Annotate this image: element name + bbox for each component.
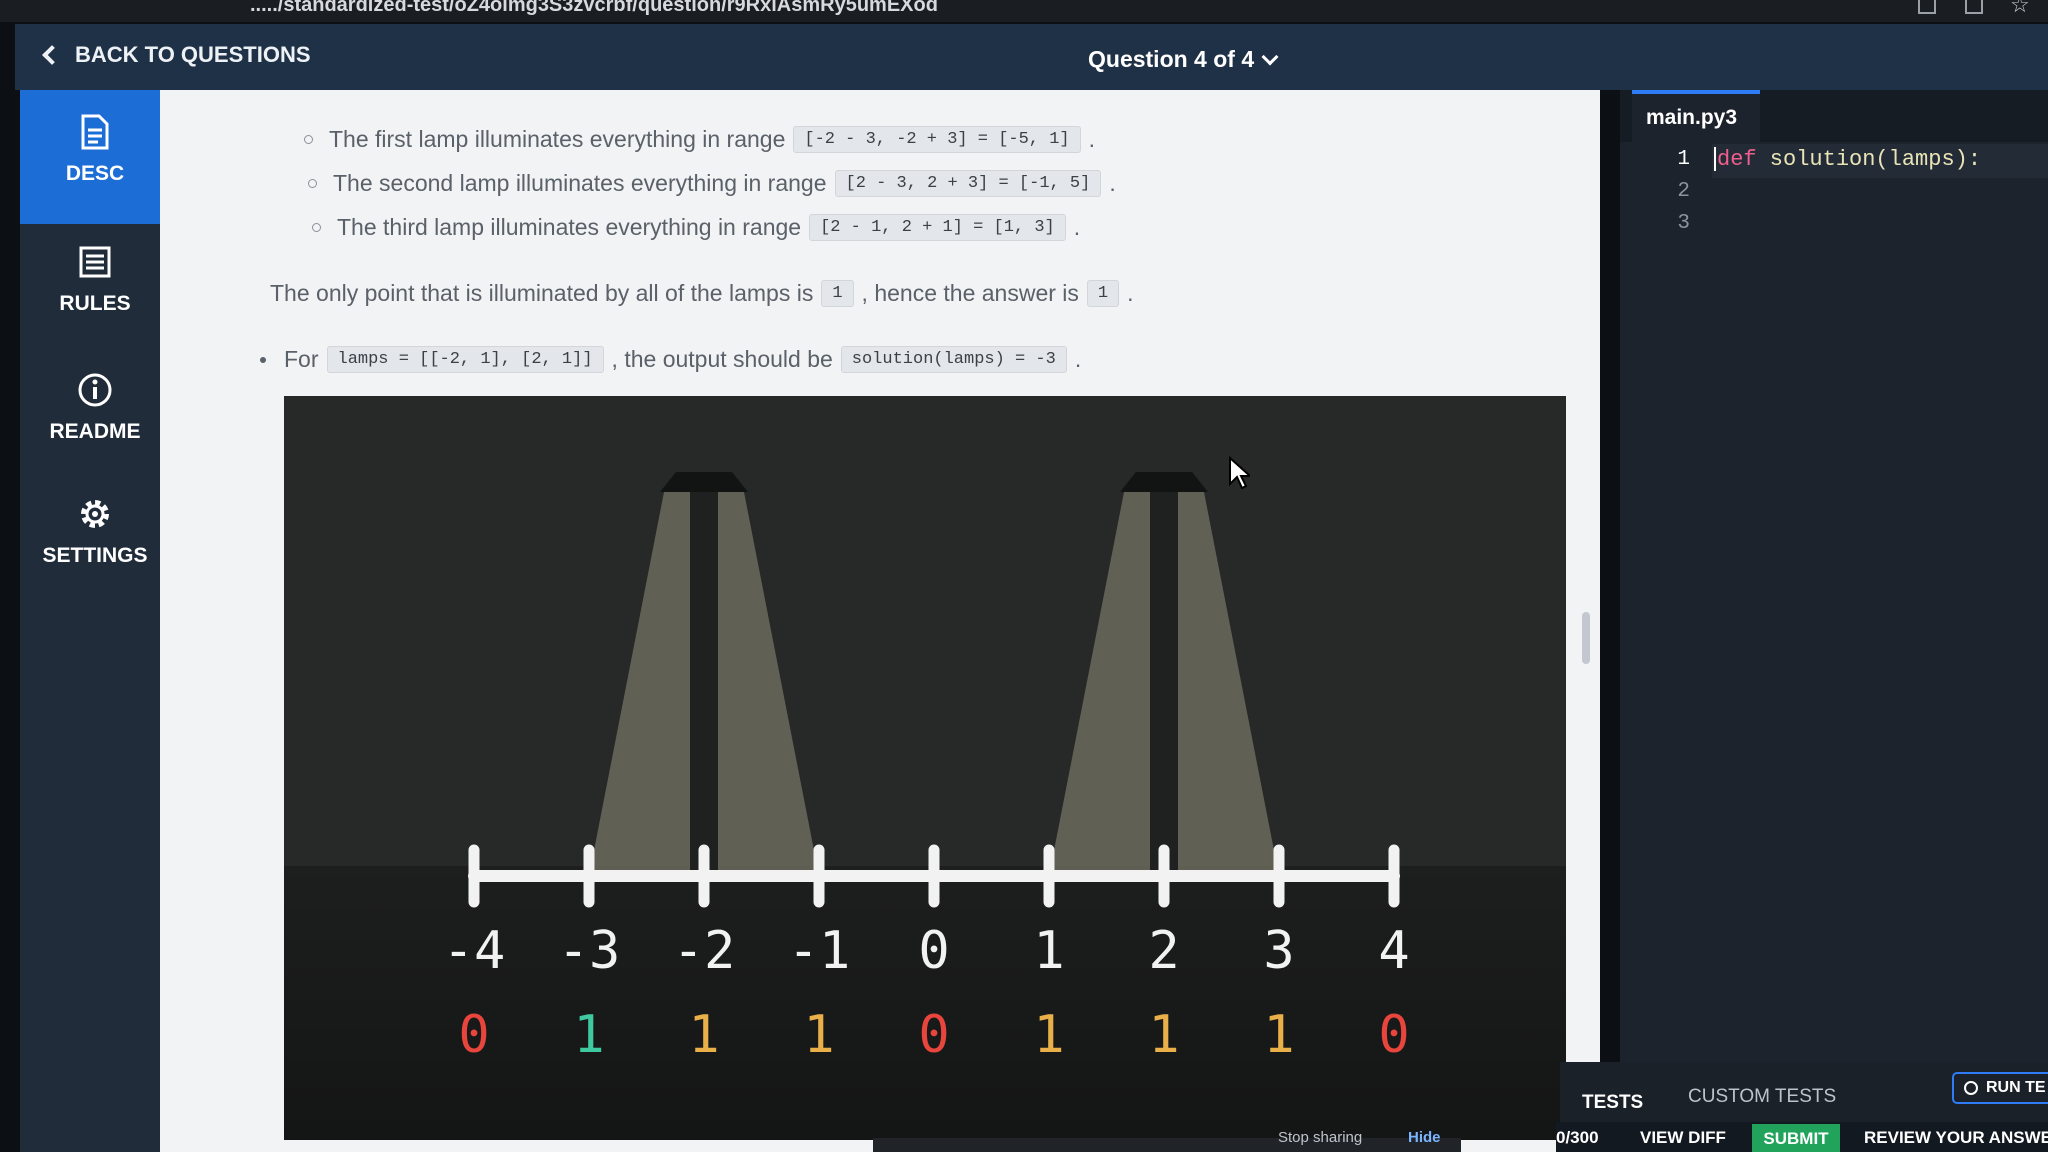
lamp-post <box>1150 492 1178 876</box>
browser-toolbar: ...../standardized-test/oZ4oimg3S3zvcrbf… <box>0 0 2048 22</box>
sidebar-item-rules[interactable]: RULES <box>20 244 170 344</box>
lamp-range-code: [-2 - 3, -2 + 3] = [-5, 1] <box>793 126 1081 153</box>
point-label: 0 <box>918 921 949 981</box>
tab-label: main.py3 <box>1646 106 1738 129</box>
run-tests-button[interactable]: RUN TE <box>1952 1072 2048 1104</box>
point-label: -3 <box>558 921 621 981</box>
browser-extension-icon[interactable] <box>1918 0 1936 14</box>
illumination-count: 1 <box>688 1005 719 1065</box>
line-number: 2 <box>1677 180 1690 203</box>
lamp-head <box>660 472 748 492</box>
example-item: For lamps = [[-2, 1], [2, 1]] , the outp… <box>260 346 1081 373</box>
conclusion-text: The only point that is illuminated by al… <box>270 280 1134 307</box>
stop-sharing-button[interactable]: Stop sharing <box>1278 1129 1362 1146</box>
view-diff-button[interactable]: VIEW DIFF <box>1640 1128 1726 1148</box>
screen: ...../standardized-test/oZ4oimg3S3zvcrbf… <box>0 0 2048 1152</box>
info-icon <box>20 372 170 408</box>
lamp-1 <box>589 472 819 876</box>
bullet <box>308 179 317 188</box>
code-line[interactable]: def solution(lamps): <box>1714 147 1981 172</box>
illumination-count: 1 <box>1263 1005 1294 1065</box>
answer-code: 1 <box>1086 280 1120 307</box>
point-label: -4 <box>443 921 506 981</box>
scrollbar-handle[interactable] <box>1582 612 1590 664</box>
lamp-text: The third lamp illuminates everything in… <box>337 214 802 240</box>
editor-tab-bar: main.py3 <box>1620 90 2048 142</box>
example-input-code: lamps = [[-2, 1], [2, 1]] <box>326 346 604 373</box>
illumination-count: 1 <box>1033 1005 1064 1065</box>
point-label: 1 <box>1033 921 1064 981</box>
point-label: -1 <box>788 921 851 981</box>
answer-code: 1 <box>821 280 854 307</box>
tab-custom-tests[interactable]: CUSTOM TESTS <box>1688 1086 1836 1108</box>
character-counter: 0/300 <box>1556 1128 1599 1147</box>
lamp-range-code: [2 - 3, 2 + 3] = [-1, 5] <box>834 170 1102 197</box>
illumination-count: 1 <box>803 1005 834 1065</box>
code-editor: main.py3 1 2 3 def solution(lamps): <box>1620 90 2048 1090</box>
illumination-count: 1 <box>573 1005 604 1065</box>
point-label: 4 <box>1378 921 1409 981</box>
lamps-illustration: -4 0 -3 1 -2 1 -1 1 0 0 1 1 2 1 3 1 4 0 <box>284 396 1566 1140</box>
illumination-count: 0 <box>918 1005 949 1065</box>
bookmark-star-icon[interactable]: ☆ <box>2010 0 2030 18</box>
example-output-code: solution(lamps) = -3 <box>840 346 1067 373</box>
back-to-questions-button[interactable]: BACK TO QUESTIONS <box>42 42 311 68</box>
illumination-count: 0 <box>1378 1005 1409 1065</box>
mouse-cursor-icon <box>1229 456 1250 490</box>
lamp-explanation-3: The third lamp illuminates everything in… <box>312 214 1080 241</box>
lamp-head <box>1120 472 1208 492</box>
bullet <box>312 223 321 232</box>
back-label: BACK TO QUESTIONS <box>75 42 311 67</box>
point-label: -2 <box>673 921 736 981</box>
play-icon <box>1964 1081 1978 1095</box>
floor <box>284 866 1566 1140</box>
point-label: 2 <box>1148 921 1179 981</box>
illumination-count: 1 <box>1148 1005 1179 1065</box>
browser-share-icon[interactable] <box>1965 0 1983 14</box>
lamp-range-code: [2 - 1, 2 + 1] = [1, 3] <box>809 214 1066 241</box>
code-keyword: def <box>1717 147 1757 172</box>
question-selector[interactable]: Question 4 of 4 <box>1088 46 1279 73</box>
list-icon <box>20 244 170 280</box>
code-text: solution(lamps): <box>1756 147 1982 172</box>
sidebar-item-readme[interactable]: README <box>20 372 170 472</box>
lamp-explanation-2: The second lamp illuminates everything i… <box>308 170 1116 197</box>
chevron-down-icon <box>1261 48 1279 65</box>
top-bar: BACK TO QUESTIONS Question 4 of 4 <box>15 24 2048 90</box>
sidebar-item-settings[interactable]: SETTINGS <box>20 496 170 596</box>
sidebar-item-desc[interactable]: DESC <box>20 90 170 224</box>
document-icon <box>20 114 170 150</box>
lamp-text: The first lamp illuminates everything in… <box>329 126 786 152</box>
sidebar-item-label: SETTINGS <box>42 544 148 567</box>
tab-main-py3[interactable]: main.py3 <box>1632 90 1760 142</box>
text-cursor <box>1714 147 1716 172</box>
illumination-count: 0 <box>458 1005 489 1065</box>
hide-button[interactable]: Hide <box>1408 1129 1441 1146</box>
lamp-explanation-1: The first lamp illuminates everything in… <box>304 126 1095 153</box>
screen-share-bar: Stop sharing Hide <box>873 1129 1461 1152</box>
lamp-2 <box>1049 472 1279 876</box>
run-label: RUN TE <box>1986 1079 2046 1096</box>
lamp-post <box>690 492 718 876</box>
bullet <box>260 356 266 363</box>
tab-tests[interactable]: TESTS <box>1582 1092 1643 1114</box>
point-label: 3 <box>1263 921 1294 981</box>
lamp-text: The second lamp illuminates everything i… <box>333 170 827 196</box>
browser-url[interactable]: ...../standardized-test/oZ4oimg3S3zvcrbf… <box>250 0 938 17</box>
sidebar-item-label: RULES <box>59 292 131 315</box>
sidebar-item-label: README <box>49 420 141 443</box>
line-number: 1 <box>1677 148 1690 171</box>
submit-button[interactable]: SUBMIT <box>1752 1124 1840 1152</box>
bullet <box>304 135 313 144</box>
chevron-left-icon <box>42 45 62 65</box>
question-label: Question 4 of 4 <box>1088 46 1255 72</box>
line-number: 3 <box>1677 212 1690 235</box>
sidebar-item-label: DESC <box>65 162 125 185</box>
gear-icon <box>20 496 170 532</box>
review-answers-button[interactable]: REVIEW YOUR ANSWEI <box>1864 1128 2048 1148</box>
sidebar: DESC RULES README SETTINGS <box>20 90 170 1152</box>
